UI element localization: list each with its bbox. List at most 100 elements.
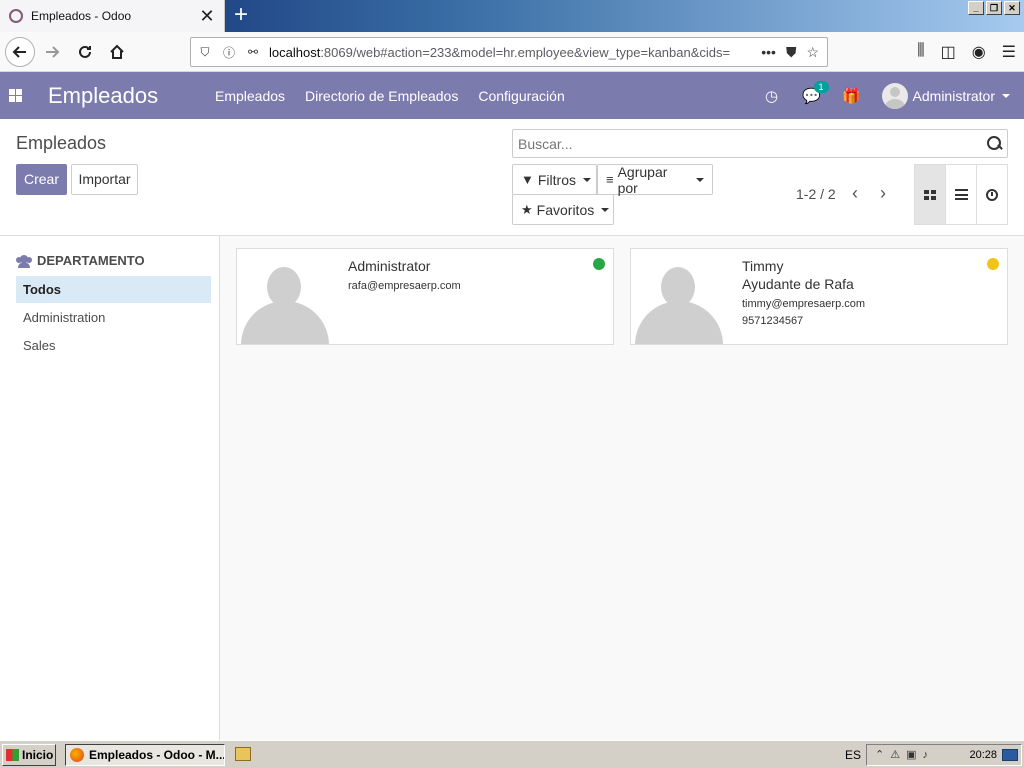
employee-email: rafa@empresaerp.com: [348, 280, 461, 292]
gift-icon[interactable]: 🎁: [832, 87, 872, 105]
language-indicator[interactable]: ES: [845, 748, 861, 762]
employee-photo: [631, 249, 726, 344]
library-icon[interactable]: ⫼: [917, 42, 924, 62]
tab-close-icon[interactable]: ✕: [196, 6, 218, 27]
filters-button[interactable]: ▼ Filtros: [512, 164, 597, 195]
bars-icon: ≡: [606, 172, 614, 187]
taskbar-firefox-window[interactable]: Empleados - Odoo - M...: [65, 744, 225, 766]
pager-next-icon[interactable]: ›: [873, 181, 893, 205]
browser-tab[interactable]: Empleados - Odoo ✕: [0, 0, 225, 32]
employee-phone: 9571234567: [742, 315, 804, 327]
users-icon: [16, 254, 32, 268]
group-by-button[interactable]: ≡ Agrupar por: [597, 163, 713, 196]
account-icon[interactable]: ◉: [972, 42, 986, 62]
department-list: Todos Administration Sales: [16, 276, 211, 360]
menu-icon[interactable]: ☰: [1002, 42, 1016, 62]
shield-icon[interactable]: ⛉: [195, 45, 215, 60]
sidebar-item-todos[interactable]: Todos: [16, 276, 211, 303]
search-bar: [512, 129, 1008, 158]
arrow-right-icon: [46, 46, 60, 58]
sidebar-header-label: DEPARTAMENTO: [37, 253, 145, 268]
favorites-label: Favoritos: [536, 201, 595, 218]
grid-icon: [924, 189, 936, 200]
reload-button[interactable]: [71, 38, 99, 66]
user-menu[interactable]: Administrator: [881, 82, 1010, 109]
messages-badge: 1: [813, 80, 829, 93]
app-title[interactable]: Empleados: [48, 83, 158, 109]
folder-icon[interactable]: [235, 747, 251, 761]
browser-navbar: ⛉ ⓘ ⚯ localhost:8069/web#action=233&mode…: [0, 32, 1024, 72]
employee-card[interactable]: Timmy Ayudante de Rafa timmy@empresaerp.…: [630, 248, 1008, 345]
pocket-icon[interactable]: ⛊: [786, 44, 797, 61]
caret-down-icon: [601, 207, 610, 212]
network-icon[interactable]: [1002, 749, 1018, 761]
list-icon: [954, 189, 968, 200]
favorites-button[interactable]: ★ Favoritos: [512, 194, 614, 225]
menu-item-configuracion[interactable]: Configuración: [468, 88, 574, 104]
kanban-view-button[interactable]: [915, 165, 946, 224]
permissions-icon[interactable]: ⚯: [243, 45, 263, 59]
search-input[interactable]: [513, 135, 981, 152]
presence-status-icon: [593, 258, 605, 270]
activity-view-button[interactable]: [977, 165, 1007, 224]
sidebar-toggle-icon[interactable]: ◫: [941, 42, 956, 62]
messages-chat-icon[interactable]: 💬 1: [792, 80, 832, 105]
list-view-button[interactable]: [946, 165, 977, 224]
filter-icon: ▼: [521, 172, 534, 187]
minimize-button[interactable]: _: [968, 1, 984, 15]
search-icon[interactable]: [981, 131, 1007, 157]
activities-clock-icon[interactable]: ◷: [752, 87, 792, 105]
home-button[interactable]: [103, 38, 131, 66]
page-actions-icon[interactable]: •••: [761, 44, 776, 61]
tray-icons[interactable]: ⌃⚠▣♪: [875, 748, 934, 761]
app-menu: Empleados Directorio de Empleados Config…: [205, 72, 575, 119]
url-text[interactable]: localhost:8069/web#action=233&model=hr.e…: [269, 45, 761, 60]
pager-value[interactable]: 1-2 / 2: [796, 186, 836, 202]
restore-button[interactable]: ❐: [986, 1, 1002, 15]
close-window-button[interactable]: ✕: [1004, 1, 1020, 15]
arrow-left-icon: [12, 46, 26, 58]
browser-tools: ⫼ ◫ ◉ ☰: [917, 42, 1016, 62]
bookmark-star-icon[interactable]: ☆: [806, 44, 819, 61]
sidebar-header: DEPARTAMENTO: [16, 253, 145, 268]
tab-title: Empleados - Odoo: [31, 9, 132, 23]
odoo-favicon-icon: [9, 9, 23, 23]
back-button[interactable]: [5, 37, 35, 67]
pager-previous-icon[interactable]: ‹: [845, 181, 865, 205]
caret-down-icon: [1002, 93, 1010, 98]
star-icon: ★: [521, 201, 533, 217]
employee-card[interactable]: Administrator rafa@empresaerp.com: [236, 248, 614, 345]
forward-button[interactable]: [38, 38, 66, 66]
clock: 20:28: [969, 749, 997, 761]
group-by-label: Agrupar por: [617, 163, 668, 196]
employee-job: Ayudante de Rafa: [742, 276, 854, 292]
reload-icon: [79, 45, 91, 58]
system-tray: ⌃⚠▣♪ 20:28: [866, 744, 1022, 766]
filters-label: Filtros: [537, 171, 576, 188]
start-button[interactable]: Inicio: [2, 744, 56, 766]
window-controls: _ ❐ ✕: [968, 1, 1020, 15]
import-button[interactable]: Importar: [71, 164, 138, 195]
create-button[interactable]: Crear: [16, 164, 67, 195]
department-sidebar: DEPARTAMENTO Todos Administration Sales: [0, 236, 220, 740]
employee-name: Timmy: [742, 258, 784, 274]
caret-down-icon: [696, 177, 704, 182]
apps-menu-icon[interactable]: [9, 89, 22, 102]
windows-taskbar: Inicio Empleados - Odoo - M... ES ⌃⚠▣♪ 2…: [0, 740, 1024, 768]
employee-email: timmy@empresaerp.com: [742, 298, 866, 310]
employee-photo: [237, 249, 332, 344]
browser-titlebar: Empleados - Odoo ✕ + _ ❐ ✕: [0, 0, 1024, 32]
menu-item-empleados[interactable]: Empleados: [205, 88, 295, 104]
sidebar-item-sales[interactable]: Sales: [16, 332, 211, 359]
breadcrumb: Empleados: [16, 133, 107, 153]
home-icon: [110, 44, 124, 59]
menu-item-directorio[interactable]: Directorio de Empleados: [295, 88, 468, 104]
url-bar[interactable]: ⛉ ⓘ ⚯ localhost:8069/web#action=233&mode…: [190, 37, 828, 67]
systray: ◷ 💬 1 🎁 Administrator: [752, 72, 1010, 119]
kanban-view: Administrator rafa@empresaerp.com Timmy …: [220, 236, 1024, 740]
employee-name: Administrator: [348, 258, 431, 274]
clock-icon: [986, 188, 998, 201]
new-tab-button[interactable]: +: [230, 2, 252, 28]
sidebar-item-administration[interactable]: Administration: [16, 304, 211, 331]
info-icon[interactable]: ⓘ: [219, 44, 239, 61]
